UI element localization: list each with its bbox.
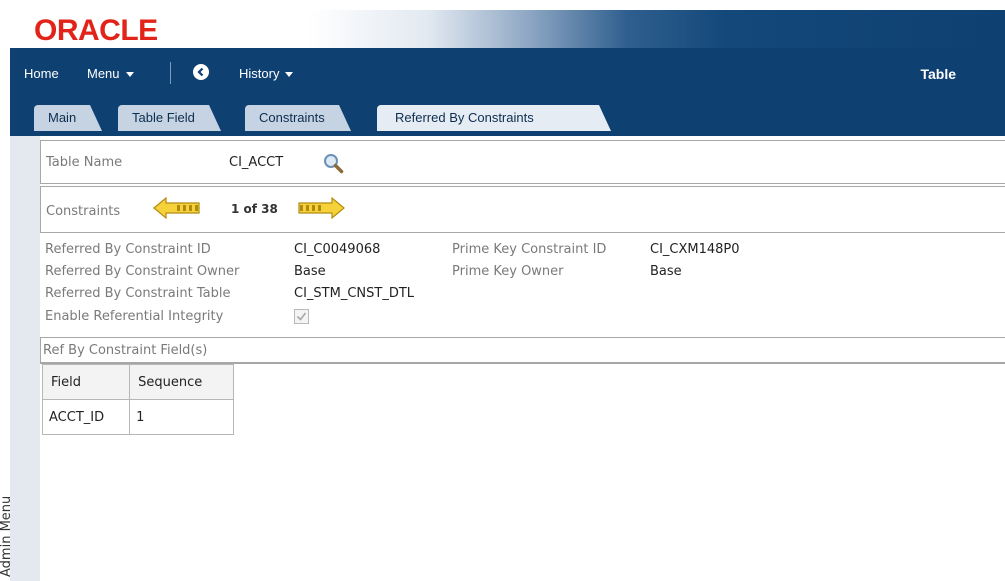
table-name-label: Table Name bbox=[46, 155, 123, 170]
table-name-value: CI_ACCT bbox=[229, 155, 284, 170]
portal-title: Table bbox=[920, 66, 956, 82]
checkmark-icon bbox=[296, 312, 307, 321]
admin-menu-rail[interactable]: Admin Menu bbox=[0, 136, 41, 581]
grid-header-row: Field Sequence bbox=[41, 364, 234, 400]
menu-dropdown[interactable]: Menu bbox=[87, 66, 134, 81]
next-arrow-icon[interactable] bbox=[297, 196, 345, 220]
sequence-cell: 1 bbox=[129, 399, 234, 435]
pager-position-text: 1 of 38 bbox=[231, 202, 278, 216]
ref-constraint-table-label: Referred By Constraint Table bbox=[45, 286, 231, 301]
brand-bar: ORACLE bbox=[10, 10, 1005, 48]
enable-ri-label: Enable Referential Integrity bbox=[45, 309, 224, 324]
history-dropdown[interactable]: History bbox=[239, 66, 294, 81]
main-content: Table Name CI_ACCT Constraints 1 of 38 R… bbox=[40, 136, 1005, 581]
fields-section-header: Ref By Constraint Field(s) bbox=[40, 337, 1005, 364]
tab-referred-by-constraints[interactable]: Referred By Constraints bbox=[377, 105, 611, 131]
menu-label: Menu bbox=[87, 66, 120, 81]
previous-arrow-icon[interactable] bbox=[153, 196, 201, 220]
prime-key-constraint-id-label: Prime Key Constraint ID bbox=[452, 242, 607, 257]
chevron-down-icon bbox=[285, 72, 294, 78]
field-cell: ACCT_ID bbox=[41, 399, 131, 435]
history-label: History bbox=[239, 66, 280, 81]
fields-section-title: Ref By Constraint Field(s) bbox=[43, 343, 208, 358]
table-row[interactable]: ACCT_ID 1 bbox=[41, 399, 234, 435]
ref-constraint-table-value: CI_STM_CNST_DTL bbox=[294, 286, 415, 301]
tab-main[interactable]: Main bbox=[34, 105, 103, 131]
back-icon[interactable] bbox=[193, 64, 209, 80]
search-icon[interactable] bbox=[322, 152, 344, 174]
ref-constraint-id-label: Referred By Constraint ID bbox=[45, 242, 211, 257]
tab-table-field[interactable]: Table Field bbox=[118, 105, 221, 131]
tab-strip: Main Table Field Constraints Referred By… bbox=[10, 100, 1005, 136]
enable-ri-checkbox[interactable] bbox=[294, 309, 309, 324]
home-link[interactable]: Home bbox=[24, 66, 59, 81]
ref-fields-grid: Field Sequence ACCT_ID 1 bbox=[41, 364, 234, 435]
prime-key-constraint-id-value: CI_CXM148P0 bbox=[650, 242, 740, 257]
constraints-label: Constraints bbox=[46, 204, 121, 219]
prime-key-owner-label: Prime Key Owner bbox=[452, 264, 564, 279]
prime-key-owner-value: Base bbox=[650, 264, 682, 279]
column-header-sequence[interactable]: Sequence bbox=[129, 364, 234, 400]
constraints-pager-section: Constraints 1 of 38 bbox=[40, 186, 1005, 233]
ref-constraint-owner-value: Base bbox=[294, 264, 326, 279]
admin-menu-label: Admin Menu bbox=[0, 495, 14, 577]
column-header-field[interactable]: Field bbox=[41, 364, 131, 400]
chevron-down-icon bbox=[125, 72, 134, 78]
nav-bar: Home Menu History Table bbox=[10, 48, 1005, 100]
table-name-section: Table Name CI_ACCT bbox=[40, 140, 1005, 184]
nav-divider bbox=[170, 62, 171, 84]
ref-constraint-id-value: CI_C0049068 bbox=[294, 242, 381, 257]
oracle-logo: ORACLE bbox=[34, 14, 158, 47]
ref-constraint-owner-label: Referred By Constraint Owner bbox=[45, 264, 240, 279]
tab-constraints[interactable]: Constraints bbox=[245, 105, 351, 131]
